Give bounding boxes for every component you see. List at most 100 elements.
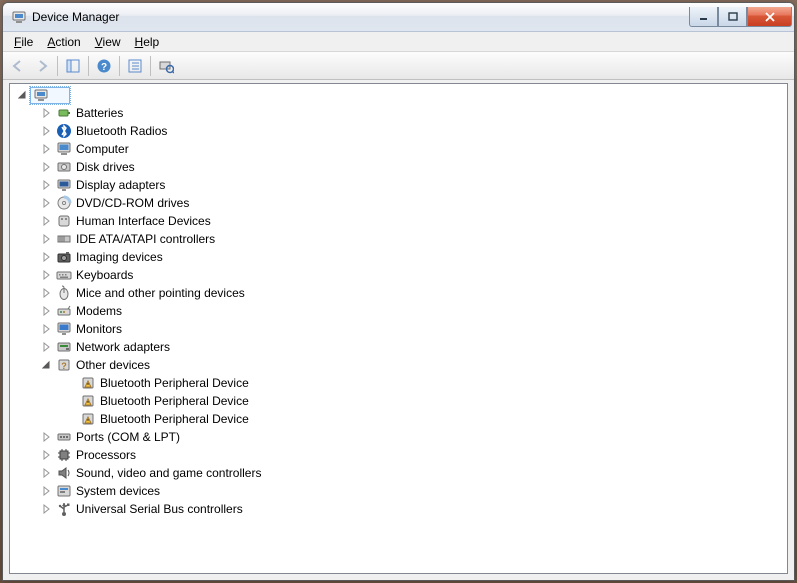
maximize-button[interactable] [718, 7, 747, 27]
collapse-icon[interactable] [40, 358, 54, 372]
expand-icon[interactable] [40, 484, 54, 498]
expand-icon[interactable] [40, 466, 54, 480]
tree-category-label: DVD/CD-ROM drives [76, 194, 189, 212]
window-controls [689, 7, 792, 27]
tree-category[interactable]: Mice and other pointing devices [12, 284, 785, 302]
other-icon [56, 357, 72, 373]
tree-device[interactable]: Bluetooth Peripheral Device [12, 392, 785, 410]
expand-icon[interactable] [40, 502, 54, 516]
menu-view[interactable]: View [88, 33, 128, 51]
tree-connector [64, 412, 78, 426]
tree-category-label: Other devices [76, 356, 150, 374]
forward-button[interactable] [31, 55, 53, 77]
tree-category[interactable]: Universal Serial Bus controllers [12, 500, 785, 518]
tree-device[interactable]: Bluetooth Peripheral Device [12, 410, 785, 428]
expand-icon[interactable] [40, 196, 54, 210]
tree-connector [64, 394, 78, 408]
tree-category[interactable]: Human Interface Devices [12, 212, 785, 230]
tree-category-label: Imaging devices [76, 248, 163, 266]
tree-category-label: System devices [76, 482, 160, 500]
tree-device[interactable]: Bluetooth Peripheral Device [12, 374, 785, 392]
imaging-icon [56, 249, 72, 265]
expand-icon[interactable] [40, 142, 54, 156]
menu-action[interactable]: Action [40, 33, 87, 51]
tree-category[interactable]: Disk drives [12, 158, 785, 176]
tree-category[interactable]: DVD/CD-ROM drives [12, 194, 785, 212]
modem-icon [56, 303, 72, 319]
bluetooth-icon [56, 123, 72, 139]
tree-category[interactable]: System devices [12, 482, 785, 500]
expand-icon[interactable] [40, 214, 54, 228]
scan-hardware-button[interactable] [155, 55, 177, 77]
tree-category[interactable]: Sound, video and game controllers [12, 464, 785, 482]
tree-category[interactable]: Computer [12, 140, 785, 158]
expand-icon[interactable] [40, 250, 54, 264]
tree-category[interactable]: Modems [12, 302, 785, 320]
menu-file[interactable]: File [7, 33, 40, 51]
expand-icon[interactable] [40, 178, 54, 192]
tree-view[interactable]: BatteriesBluetooth RadiosComputerDisk dr… [9, 83, 788, 574]
tree-category[interactable]: Ports (COM & LPT) [12, 428, 785, 446]
titlebar[interactable]: Device Manager [3, 3, 794, 32]
keyboard-icon [56, 267, 72, 283]
expand-icon[interactable] [40, 268, 54, 282]
hid-icon [56, 213, 72, 229]
cpu-icon [56, 447, 72, 463]
tree-category[interactable]: IDE ATA/ATAPI controllers [12, 230, 785, 248]
tree-category-label: Bluetooth Radios [76, 122, 167, 140]
tree-category-label: Ports (COM & LPT) [76, 428, 180, 446]
expand-icon[interactable] [40, 286, 54, 300]
monitor-icon [56, 321, 72, 337]
minimize-button[interactable] [689, 7, 718, 27]
window-title: Device Manager [32, 10, 689, 24]
expand-icon[interactable] [40, 322, 54, 336]
tree-category-label: Processors [76, 446, 136, 464]
sound-icon [56, 465, 72, 481]
tree-category-label: Computer [76, 140, 129, 158]
tree-category[interactable]: Keyboards [12, 266, 785, 284]
computer-icon [56, 141, 72, 157]
expand-icon[interactable] [40, 124, 54, 138]
tree-category-label: Monitors [76, 320, 122, 338]
tree-category[interactable]: Monitors [12, 320, 785, 338]
expand-icon[interactable] [40, 160, 54, 174]
display-icon [56, 177, 72, 193]
properties-button[interactable] [124, 55, 146, 77]
toolbar: ? [3, 52, 794, 80]
expand-icon[interactable] [40, 448, 54, 462]
tree-category-label: Display adapters [76, 176, 165, 194]
tree-category-label: Modems [76, 302, 122, 320]
expand-icon[interactable] [40, 430, 54, 444]
tree-category[interactable]: Bluetooth Radios [12, 122, 785, 140]
tree-category[interactable]: Network adapters [12, 338, 785, 356]
tree-category[interactable]: Other devices [12, 356, 785, 374]
cdrom-icon [56, 195, 72, 211]
computer-icon [33, 87, 49, 103]
expand-icon[interactable] [40, 340, 54, 354]
expand-icon[interactable] [40, 106, 54, 120]
tree-root-node[interactable] [12, 86, 785, 104]
separator-icon [150, 56, 151, 76]
expand-icon[interactable] [40, 232, 54, 246]
tree-category-label: Disk drives [76, 158, 135, 176]
expand-icon[interactable] [40, 304, 54, 318]
warn-icon [80, 393, 96, 409]
tree-category[interactable]: Display adapters [12, 176, 785, 194]
collapse-icon[interactable] [16, 88, 30, 102]
tree-category-label: IDE ATA/ATAPI controllers [76, 230, 215, 248]
tree-category[interactable]: Processors [12, 446, 785, 464]
tree-category[interactable]: Imaging devices [12, 248, 785, 266]
tree-category-label: Mice and other pointing devices [76, 284, 245, 302]
close-button[interactable] [747, 7, 792, 27]
tree-category-label: Keyboards [76, 266, 133, 284]
back-button[interactable] [7, 55, 29, 77]
menubar: File Action View Help [3, 32, 794, 52]
tree-category[interactable]: Batteries [12, 104, 785, 122]
window: Device Manager File Action View Help ? B… [2, 2, 795, 581]
show-hide-tree-button[interactable] [62, 55, 84, 77]
disk-icon [56, 159, 72, 175]
help-button[interactable]: ? [93, 55, 115, 77]
menu-help[interactable]: Help [128, 33, 167, 51]
system-icon [56, 483, 72, 499]
separator-icon [57, 56, 58, 76]
